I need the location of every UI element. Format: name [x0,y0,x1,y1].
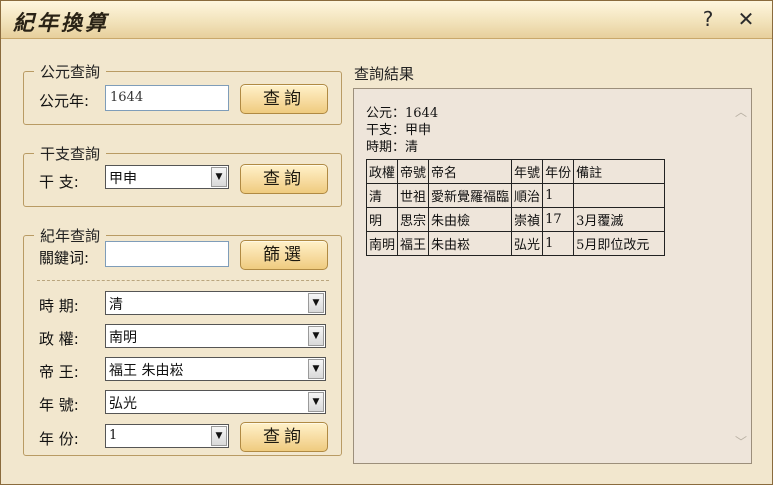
title-bar: 紀年換算 ? ✕ [1,1,772,39]
filter-button[interactable]: 篩選 [240,240,328,270]
table-cell: 5月即位改元 [573,231,666,256]
table-cell: 朱由檢 [428,207,513,232]
scroll-down-icon[interactable]: ﹀ [734,435,748,449]
column-header: 政權 [365,159,399,184]
gregorian-year-label: 公元年: [39,92,90,110]
ganzhi-select[interactable]: 甲申 ▼ [105,165,229,189]
gregorian-year-input[interactable]: 1644 [105,85,229,111]
table-row: 清 世祖 愛新覺羅福臨 順治 1 [365,183,666,208]
result-line: 干支：甲申 [366,123,432,138]
emperor-select-value: 福王 朱由崧 [109,363,184,379]
result-summary: 公元：1644 干支：甲申 時期：清 [366,105,438,156]
window-title: 紀年換算 [13,10,109,35]
result-panel[interactable]: 公元：1644 干支：甲申 時期：清 政權 帝號 帝名 年號 年份 備註 清 世… [353,88,752,464]
result-title: 查詢結果 [354,65,415,83]
table-cell: 3月覆滅 [573,207,666,232]
keyword-input[interactable] [105,241,229,267]
scroll-up-icon[interactable]: ︿ [734,105,748,119]
table-cell: 弘光 [511,231,544,256]
ganzhi-query-button[interactable]: 查詢 [240,164,328,194]
table-cell: 1 [542,231,575,256]
table-cell: 順治 [511,183,544,208]
table-row: 南明 福王 朱由崧 弘光 1 5月即位改元 [365,231,666,256]
chevron-down-icon[interactable]: ▼ [211,426,227,446]
table-cell: 1 [542,183,575,208]
column-header: 年份 [542,159,575,184]
period-select-value: 清 [109,297,123,313]
chevron-down-icon[interactable]: ▼ [308,293,324,313]
table-cell: 愛新覺羅福臨 [428,183,513,208]
period-select[interactable]: 清 ▼ [105,291,326,315]
period-label: 時 期: [39,297,79,315]
keyword-label: 關鍵词: [39,249,90,267]
chevron-down-icon[interactable]: ▼ [211,167,227,187]
column-header: 備註 [573,159,666,184]
column-header: 年號 [511,159,544,184]
regime-select-value: 南明 [109,330,137,346]
table-cell [573,183,666,208]
column-header: 帝名 [428,159,513,184]
dialog-content: 公元查詢 公元年: 1644 查詢 干支查詢 干 支: 甲申 ▼ 查詢 紀年查詢… [1,39,772,484]
era-query-legend: 紀年查詢 [40,227,101,245]
table-cell: 南明 [365,231,399,256]
gregorian-query-button[interactable]: 查詢 [240,84,328,114]
dialog-window: 紀年換算 ? ✕ 公元查詢 公元年: 1644 查詢 干支查詢 干 支: 甲申 … [0,0,773,485]
table-cell: 朱由崧 [428,231,513,256]
table-row: 明 思宗 朱由檢 崇禎 17 3月覆滅 [365,207,666,232]
chevron-down-icon[interactable]: ▼ [308,326,324,346]
year-select-value: 1 [109,428,118,443]
table-cell: 世祖 [397,183,430,208]
era-query-button[interactable]: 查詢 [240,422,328,452]
year-select[interactable]: 1 ▼ [105,424,229,448]
emperor-select[interactable]: 福王 朱由崧 ▼ [105,357,326,381]
table-header-row: 政權 帝號 帝名 年號 年份 備註 [365,159,666,184]
close-icon[interactable]: ✕ [734,7,758,31]
emperor-label: 帝 王: [39,363,79,381]
ganzhi-label: 干 支: [39,173,79,191]
table-cell: 明 [365,207,399,232]
result-table: 政權 帝號 帝名 年號 年份 備註 清 世祖 愛新覺羅福臨 順治 1 明 思宗 … [365,159,666,256]
table-cell: 思宗 [397,207,430,232]
gregorian-query-legend: 公元查詢 [40,63,101,81]
help-icon[interactable]: ? [696,7,720,31]
chevron-down-icon[interactable]: ▼ [308,392,324,412]
table-cell: 崇禎 [511,207,544,232]
ganzhi-select-value: 甲申 [109,171,137,187]
table-cell: 清 [365,183,399,208]
year-label: 年 份: [39,430,79,448]
divider [37,280,329,281]
ganzhi-query-legend: 干支查詢 [40,145,101,163]
result-line: 公元：1644 [366,106,439,121]
chevron-down-icon[interactable]: ▼ [308,359,324,379]
regime-select[interactable]: 南明 ▼ [105,324,326,348]
regime-label: 政 權: [39,330,79,348]
column-header: 帝號 [397,159,430,184]
result-line: 時期：清 [366,140,419,155]
reign-select-value: 弘光 [109,396,137,412]
table-cell: 福王 [397,231,430,256]
reign-select[interactable]: 弘光 ▼ [105,390,326,414]
reign-label: 年 號: [39,396,79,414]
table-cell: 17 [542,207,575,232]
